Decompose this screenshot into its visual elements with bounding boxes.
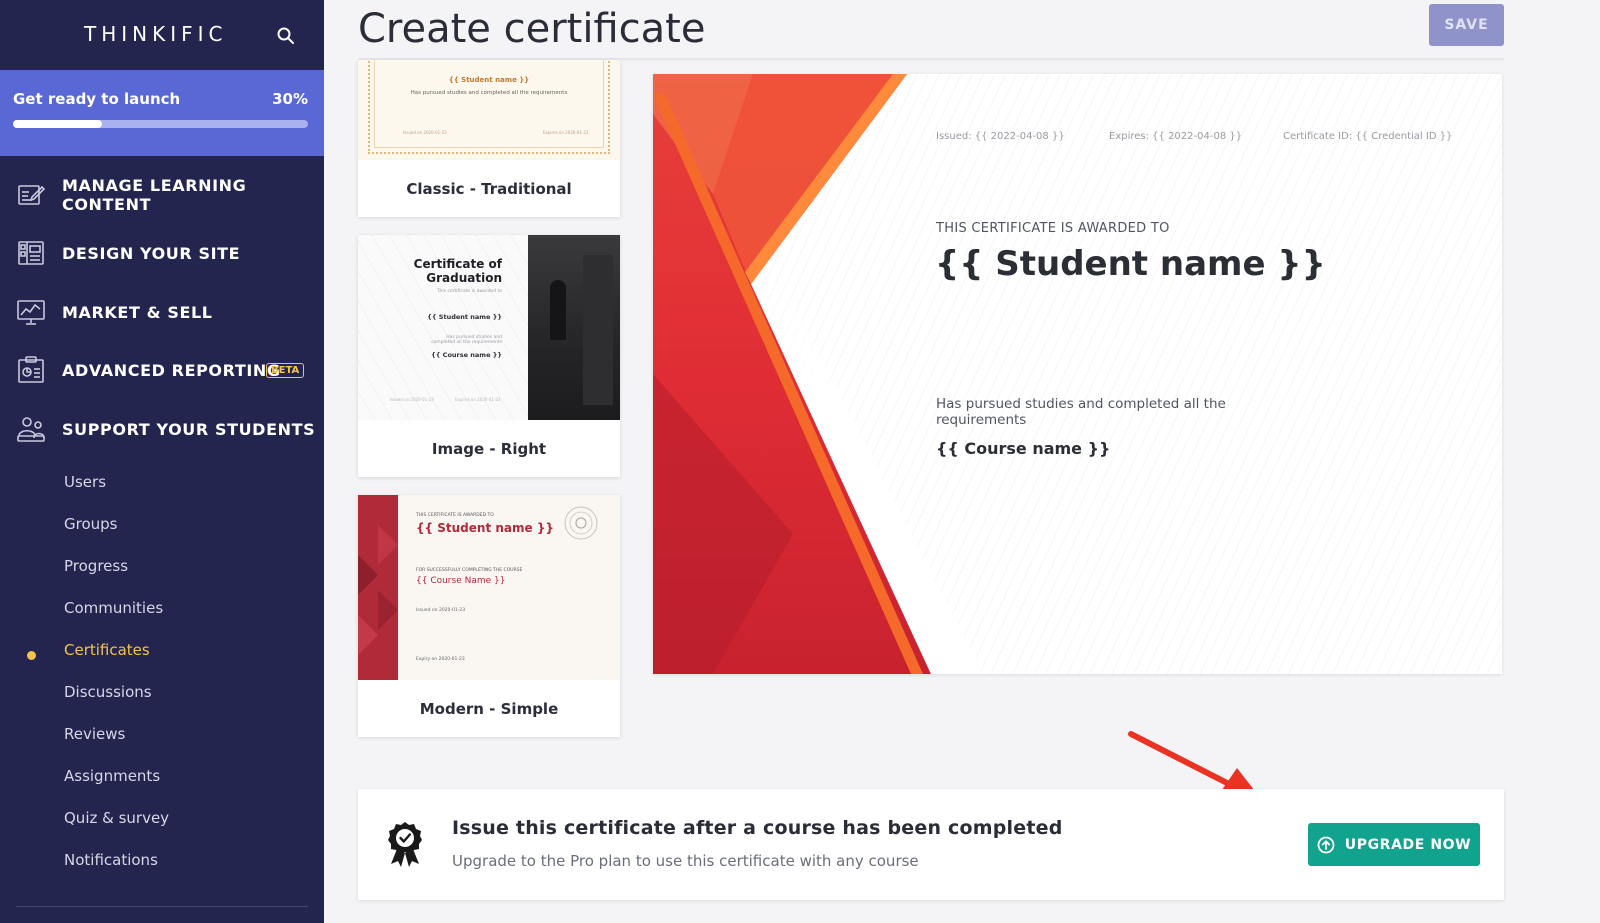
sidebar-item-discussions[interactable]: Discussions xyxy=(64,683,152,701)
active-indicator-dot xyxy=(27,651,36,660)
red-chevron-graphic xyxy=(653,74,983,674)
thumb-student-name: {{ Student name }} xyxy=(448,76,530,84)
student-name: {{ Student name }} xyxy=(935,244,1326,284)
thumb-issued: Issued on 2020-01-23 xyxy=(403,130,447,135)
thumb-expires: Expires on 2020-01-23 xyxy=(543,130,589,135)
nav-advanced-reporting[interactable]: ADVANCED REPORTING BETA xyxy=(0,342,324,398)
upgrade-button-label: UPGRADE NOW xyxy=(1344,836,1472,853)
nav-label: DESIGN YOUR SITE xyxy=(62,243,241,263)
expires-date: Expires: {{ 2022-04-08 }} xyxy=(1109,131,1243,142)
launch-progress-fill xyxy=(13,120,102,128)
thumb-line: FOR SUCCESSFULLY COMPLETING THE COURSE xyxy=(416,568,523,573)
course-name: {{ Course name }} xyxy=(936,439,1111,458)
template-card-modern-simple[interactable]: THIS CERTIFICATE IS AWARDED TO {{ Studen… xyxy=(358,495,620,737)
sidebar-item-notifications[interactable]: Notifications xyxy=(64,851,158,869)
launch-title: Get ready to launch xyxy=(13,90,181,108)
thumb-issued: Issued on 2020-01-23 xyxy=(390,397,434,402)
awarded-label: THIS CERTIFICATE IS AWARDED TO xyxy=(936,221,1170,236)
template-name: Classic - Traditional xyxy=(406,180,572,198)
award-badge-icon xyxy=(388,822,422,867)
thumb-expires: Expiry on 2020-01-23 xyxy=(416,657,465,662)
upgrade-title: Issue this certificate after a course ha… xyxy=(452,817,1063,839)
sidebar-item-certificates[interactable]: Certificates xyxy=(64,641,150,659)
thumb-course-name: {{ Course Name }} xyxy=(416,576,506,586)
report-icon xyxy=(18,356,44,383)
sidebar: THINKIFIC Get ready to launch 30% MANAGE… xyxy=(0,0,324,923)
nav-label: SUPPORT YOUR STUDENTS xyxy=(62,419,316,439)
certificate-id: Certificate ID: {{ Credential ID }} xyxy=(1283,131,1453,142)
nav-manage-learning-content[interactable]: MANAGE LEARNING CONTENT xyxy=(0,167,324,223)
template-name: Image - Right xyxy=(431,440,547,458)
pursued-text: Has pursued studies and completed all th… xyxy=(936,396,1226,428)
page-title: Create certificate xyxy=(358,6,706,52)
upgrade-card: Issue this certificate after a course ha… xyxy=(358,789,1504,900)
template-thumbnail: {{ Student name }} Has pursued studies a… xyxy=(358,60,620,160)
brand-logo[interactable]: THINKIFIC xyxy=(84,22,228,46)
template-card-classic-traditional[interactable]: {{ Student name }} Has pursued studies a… xyxy=(358,60,620,217)
launch-percent: 30% xyxy=(272,90,308,108)
chart-board-icon xyxy=(17,300,45,325)
sidebar-item-progress[interactable]: Progress xyxy=(64,557,128,575)
students-icon xyxy=(17,417,45,442)
sidebar-item-reviews[interactable]: Reviews xyxy=(64,725,125,743)
template-card-image-right[interactable]: Certificate of Graduation This certifica… xyxy=(358,235,620,477)
template-thumbnail: THIS CERTIFICATE IS AWARDED TO {{ Studen… xyxy=(358,495,620,680)
thumb-issued: Issued on 2020-01-23 xyxy=(416,608,466,613)
graduation-photo xyxy=(528,235,620,420)
thumb-heading: Certificate of Graduation xyxy=(413,257,502,285)
launch-progress-bar xyxy=(13,120,308,128)
geometric-band-icon xyxy=(358,495,398,680)
thumb-awarded: THIS CERTIFICATE IS AWARDED TO xyxy=(416,513,494,518)
upgrade-now-button[interactable]: UPGRADE NOW xyxy=(1308,823,1480,866)
sidebar-item-assignments[interactable]: Assignments xyxy=(64,767,160,785)
photo-figure xyxy=(550,280,566,340)
thumb-student-name: {{ Student name }} xyxy=(427,313,502,321)
edit-content-icon xyxy=(18,185,46,205)
launch-progress-panel[interactable]: Get ready to launch 30% xyxy=(0,70,324,156)
thumb-course-name: {{ Course name }} xyxy=(431,351,502,359)
nav-label: MANAGE LEARNING CONTENT xyxy=(62,176,247,214)
thumb-line: Has pursued studies and completed all th… xyxy=(410,90,568,96)
nav-market-and-sell[interactable]: MARKET & SELL xyxy=(0,284,324,340)
save-button[interactable]: SAVE xyxy=(1429,4,1504,46)
template-thumbnail: Certificate of Graduation This certifica… xyxy=(358,235,620,420)
sidebar-item-users[interactable]: Users xyxy=(64,473,106,491)
nav-design-your-site[interactable]: DESIGN YOUR SITE xyxy=(0,225,324,281)
search-icon[interactable] xyxy=(276,26,296,46)
arrow-up-circle-icon xyxy=(1317,836,1335,853)
sidebar-item-communities[interactable]: Communities xyxy=(64,599,163,617)
nav-label: MARKET & SELL xyxy=(62,302,213,322)
issued-date: Issued: {{ 2022-04-08 }} xyxy=(936,131,1065,142)
thumb-line: Has pursued studies and completed all th… xyxy=(431,335,502,345)
template-name: Modern - Simple xyxy=(419,700,559,718)
beta-badge: BETA xyxy=(266,362,305,378)
photo-column xyxy=(583,255,613,405)
certificate-preview: Issued: {{ 2022-04-08 }} Expires: {{ 202… xyxy=(653,74,1502,674)
seal-icon xyxy=(564,506,598,540)
thumb-expires: Expires on 2020-01-23 xyxy=(455,397,501,402)
nav-support-your-students[interactable]: SUPPORT YOUR STUDENTS xyxy=(0,401,324,457)
thumb-student-name: {{ Student name }} xyxy=(416,521,554,535)
upgrade-subtitle: Upgrade to the Pro plan to use this cert… xyxy=(452,852,919,870)
sidebar-divider xyxy=(16,906,308,907)
sidebar-item-quiz-survey[interactable]: Quiz & survey xyxy=(64,809,169,827)
sidebar-item-groups[interactable]: Groups xyxy=(64,515,117,533)
layout-icon xyxy=(18,241,44,265)
nav-label: ADVANCED REPORTING xyxy=(62,360,281,380)
thumb-awarded: This certificate is awarded to xyxy=(436,289,502,294)
